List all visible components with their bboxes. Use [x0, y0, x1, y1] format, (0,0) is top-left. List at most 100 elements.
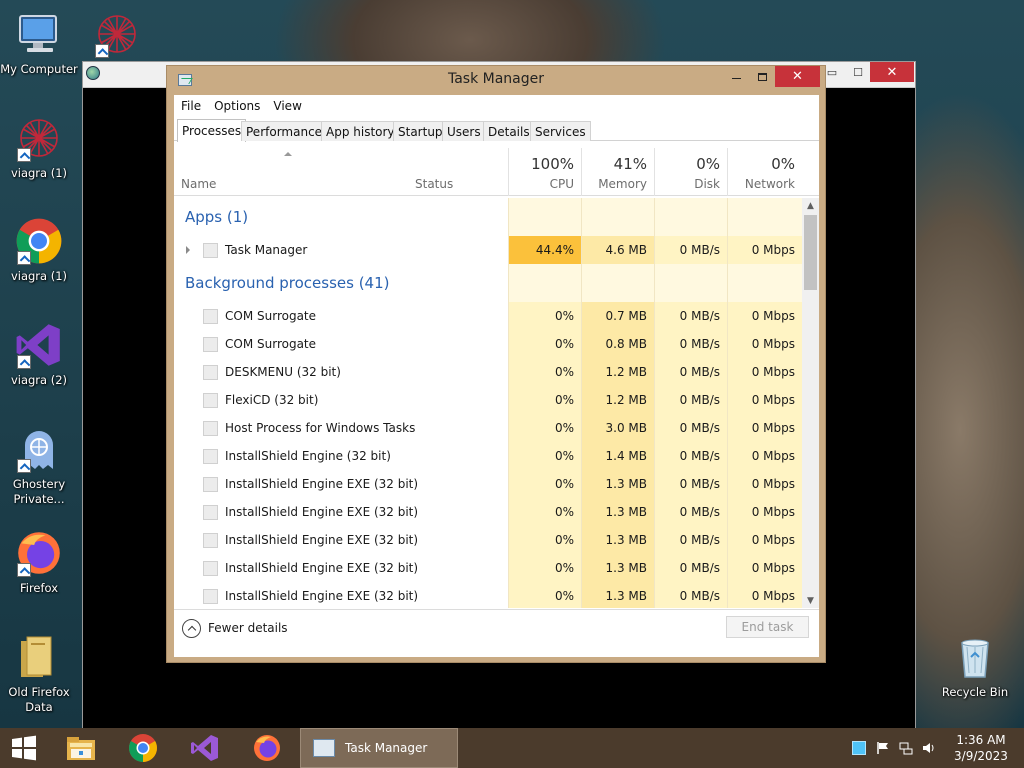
tab-details[interactable]: Details	[483, 121, 535, 141]
process-cpu: 44.4%	[508, 236, 581, 264]
system-clock[interactable]: 1:36 AM 3/9/2023	[945, 732, 1017, 764]
task-manager-window[interactable]: Task Manager ✕ File Options View Process…	[166, 65, 826, 663]
expand-chevron-icon[interactable]	[186, 246, 190, 254]
task-manager-titlebar[interactable]: Task Manager ✕	[167, 66, 825, 96]
group-title: Apps (1)	[185, 208, 249, 226]
process-row[interactable]: InstallShield Engine EXE (32 bit) 0% 1.3 M…	[174, 526, 802, 554]
process-name: FlexiCD (32 bit)	[225, 393, 319, 407]
background-close-button[interactable]: ✕	[870, 62, 914, 82]
tab-performance[interactable]: Performance	[241, 121, 328, 141]
volume-icon[interactable]	[922, 741, 936, 755]
process-row[interactable]: InstallShield Engine EXE (32 bit) 0% 1.3 M…	[174, 470, 802, 498]
desktop-icon[interactable]: Old Firefox Data	[0, 633, 78, 715]
maximize-button[interactable]	[749, 66, 775, 87]
memory-total-percent: 41%	[613, 155, 647, 173]
group-memory-cell	[581, 198, 654, 236]
windows-start-icon[interactable]	[0, 728, 48, 768]
vertical-scrollbar[interactable]: ▲ ▼	[802, 198, 819, 608]
desktop-icon-label: Old Firefox	[8, 685, 70, 699]
scroll-down-icon[interactable]: ▼	[802, 593, 819, 608]
desktop-icon-label: viagra (1)	[10, 166, 68, 180]
process-memory: 4.6 MB	[581, 236, 654, 264]
process-row[interactable]: Host Process for Windows Tasks 0% 3.0 MB 0 …	[174, 414, 802, 442]
scrollbar-thumb[interactable]	[804, 215, 817, 290]
menu-options[interactable]: Options	[214, 99, 260, 113]
process-memory: 0.7 MB	[581, 302, 654, 330]
collapse-chevron-icon[interactable]	[182, 619, 201, 638]
column-network[interactable]: 0% Network	[727, 148, 802, 196]
shortcut-arrow-icon	[17, 563, 31, 577]
chrome-icon[interactable]	[120, 728, 166, 768]
menu-file[interactable]: File	[181, 99, 201, 113]
desktop-icon[interactable]: viagra (1)	[0, 114, 78, 181]
process-row[interactable]: InstallShield Engine EXE (32 bit) 0% 1.3 M…	[174, 554, 802, 582]
desktop-icon[interactable]: Ghostery Private...	[0, 425, 78, 507]
column-name[interactable]: Name	[174, 148, 408, 196]
taskbar: Task Manager 1:36 AM 3/9/2023	[0, 728, 1024, 768]
group-header[interactable]: Apps (1)	[174, 198, 802, 236]
fewer-details-link[interactable]: Fewer details	[208, 621, 288, 635]
group-header[interactable]: Background processes (41)	[174, 264, 802, 302]
desktop-icon[interactable]: My Computer	[0, 10, 78, 77]
action-center-flag-icon[interactable]	[876, 741, 890, 755]
process-cpu: 0%	[508, 386, 581, 414]
process-row[interactable]: COM Surrogate 0% 0.8 MB 0 MB/s 0 Mbps	[174, 330, 802, 358]
process-row[interactable]: Task Manager 44.4% 4.6 MB 0 MB/s 0 Mbps	[174, 236, 802, 264]
desktop-icon[interactable]: viagra (2)	[0, 321, 78, 388]
tablet-icon[interactable]	[852, 741, 866, 755]
column-memory[interactable]: 41% Memory	[581, 148, 654, 196]
process-disk: 0 MB/s	[654, 498, 727, 526]
process-network: 0 Mbps	[727, 554, 802, 582]
column-memory-label: Memory	[598, 177, 647, 191]
disk-total-percent: 0%	[696, 155, 720, 173]
process-network: 0 Mbps	[727, 414, 802, 442]
desktop-icon[interactable]: viagra (1)	[0, 217, 78, 284]
tab-users[interactable]: Users	[442, 121, 486, 141]
end-task-button[interactable]: End task	[726, 616, 809, 638]
desktop-icon[interactable]: Recycle Bin	[936, 633, 1014, 700]
process-memory: 1.4 MB	[581, 442, 654, 470]
visual-studio-icon[interactable]	[182, 728, 228, 768]
tab-processes[interactable]: Processes	[177, 119, 247, 142]
desktop-icon[interactable]	[78, 10, 156, 62]
process-cpu: 0%	[508, 330, 581, 358]
menu-bar: File Options View	[174, 95, 819, 116]
taskbar-task-manager[interactable]: Task Manager	[300, 728, 458, 768]
file-explorer-icon[interactable]	[58, 728, 104, 768]
process-cpu: 0%	[508, 582, 581, 608]
process-network: 0 Mbps	[727, 386, 802, 414]
process-row[interactable]: InstallShield Engine (32 bit) 0% 1.4 MB 0 M…	[174, 442, 802, 470]
tab-app-history[interactable]: App history	[321, 121, 400, 141]
process-disk: 0 MB/s	[654, 442, 727, 470]
process-list: Apps (1) Task Manager 44.4% 4.6 MB 0 MB/s 0 M…	[174, 198, 802, 608]
column-status[interactable]: Status	[408, 148, 508, 196]
desktop-icon-label: viagra (1)	[10, 269, 68, 283]
column-cpu[interactable]: 100% CPU	[508, 148, 581, 196]
firefox-icon[interactable]	[244, 728, 290, 768]
column-disk[interactable]: 0% Disk	[654, 148, 727, 196]
recycle-bin-icon	[951, 633, 999, 681]
group-network-cell	[727, 198, 802, 236]
background-maximize-button[interactable]: ☐	[845, 62, 871, 82]
menu-view[interactable]: View	[273, 99, 301, 113]
close-button[interactable]: ✕	[775, 66, 820, 87]
desktop-icon[interactable]: Firefox	[0, 529, 78, 596]
process-network: 0 Mbps	[727, 236, 802, 264]
process-row[interactable]: COM Surrogate 0% 0.7 MB 0 MB/s 0 Mbps	[174, 302, 802, 330]
scroll-up-icon[interactable]: ▲	[802, 198, 819, 213]
process-disk: 0 MB/s	[654, 358, 727, 386]
network-icon[interactable]	[899, 741, 913, 755]
process-row[interactable]: InstallShield Engine EXE (32 bit) 0% 1.3 M…	[174, 498, 802, 526]
column-header: Name Status 100% CPU 41% Memory 0% Disk …	[174, 148, 819, 196]
tab-startup[interactable]: Startup	[393, 121, 448, 141]
process-icon	[203, 477, 218, 492]
process-row[interactable]: DESKMENU (32 bit) 0% 1.2 MB 0 MB/s 0 Mbps	[174, 358, 802, 386]
process-memory: 1.3 MB	[581, 498, 654, 526]
process-row[interactable]: InstallShield Engine EXE (32 bit) 0% 1.3 M…	[174, 582, 802, 608]
process-row[interactable]: FlexiCD (32 bit) 0% 1.2 MB 0 MB/s 0 Mbps	[174, 386, 802, 414]
minimize-button[interactable]	[723, 66, 749, 87]
tab-strip: Processes Performance App history Startu…	[174, 119, 819, 142]
shortcut-arrow-icon	[17, 355, 31, 369]
tab-services[interactable]: Services	[530, 121, 591, 141]
process-network: 0 Mbps	[727, 358, 802, 386]
